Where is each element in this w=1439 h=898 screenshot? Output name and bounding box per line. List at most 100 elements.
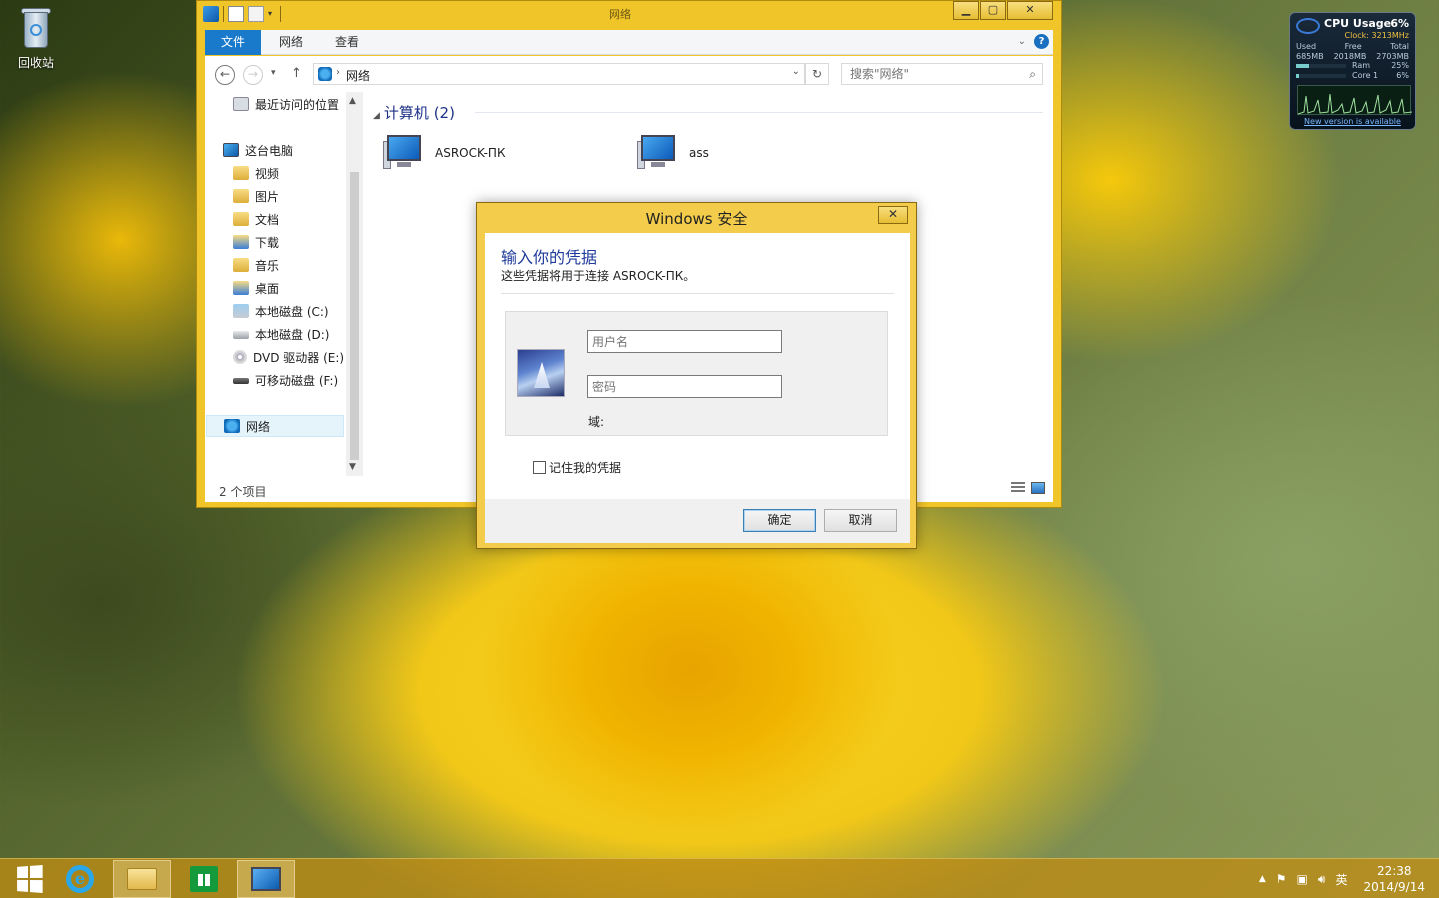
- taskbar-internet-explorer[interactable]: e: [51, 860, 109, 898]
- taskbar-clock[interactable]: 22:38 2014/9/14: [1363, 863, 1425, 895]
- dialog-close-button[interactable]: ✕: [878, 206, 908, 224]
- sidebar-item-music[interactable]: 音乐: [233, 255, 279, 277]
- search-box[interactable]: ⌕: [841, 63, 1043, 85]
- address-path: 网络: [346, 69, 371, 83]
- quick-access-toolbar: ▾: [203, 6, 281, 22]
- sidebar-item-this-pc[interactable]: 这台电脑: [223, 140, 293, 162]
- computer-icon: [383, 133, 427, 173]
- sidebar-item-pictures[interactable]: 图片: [233, 186, 279, 208]
- username-input[interactable]: [588, 331, 781, 352]
- computer-item[interactable]: ASROCK-ПК: [383, 130, 505, 176]
- cpu-percent: 6%: [1390, 17, 1409, 30]
- cpu-graph: [1297, 85, 1413, 115]
- group-divider: [475, 112, 1043, 113]
- search-icon[interactable]: ⌕: [1029, 67, 1036, 82]
- up-button[interactable]: ↑: [291, 66, 302, 81]
- scroll-thumb[interactable]: [350, 172, 359, 460]
- expand-ribbon-icon[interactable]: ⌄: [1018, 36, 1026, 47]
- maximize-button[interactable]: ▢: [980, 1, 1006, 20]
- dialog-title: Windows 安全: [645, 210, 748, 228]
- scroll-down-icon[interactable]: ▼: [349, 462, 356, 472]
- refresh-button[interactable]: ↻: [805, 63, 829, 85]
- input-method-indicator[interactable]: 英: [1335, 871, 1347, 888]
- sidebar-item-desktop[interactable]: 桌面: [233, 278, 279, 300]
- sidebar-item-documents[interactable]: 文档: [233, 209, 279, 231]
- close-button[interactable]: ✕: [1007, 1, 1053, 20]
- password-field[interactable]: [587, 375, 782, 398]
- ok-button[interactable]: 确定: [743, 509, 816, 532]
- credential-tile: 域:: [505, 311, 888, 436]
- collapse-icon[interactable]: ◢: [373, 111, 380, 121]
- breadcrumb-chevron-icon[interactable]: ›: [336, 67, 340, 78]
- help-icon[interactable]: ?: [1034, 34, 1049, 49]
- sidebar-item-videos[interactable]: 视频: [233, 163, 279, 185]
- tab-file[interactable]: 文件: [205, 30, 261, 55]
- password-input[interactable]: [588, 376, 781, 397]
- taskbar-store[interactable]: [175, 860, 233, 898]
- remember-credentials[interactable]: 记住我的凭据: [533, 459, 621, 476]
- dialog-body: 输入你的凭据 这些凭据将用于连接 ASROCK-ПК。 域: 记住我的凭据: [485, 233, 910, 499]
- minimize-button[interactable]: ▁: [953, 1, 979, 20]
- cancel-button[interactable]: 取消: [824, 509, 897, 532]
- gadget-title: CPU Usage: [1324, 17, 1392, 30]
- navigation-bar: ← → ▾ ↑ › 网络 ⌄ ↻ ⌕: [205, 56, 1053, 92]
- cpu-usage-gadget[interactable]: CPU Usage 6% Clock: 3213MHz Used Free Tota…: [1289, 12, 1416, 130]
- sidebar-item-drive-c[interactable]: 本地磁盘 (C:): [233, 301, 329, 323]
- recent-locations-icon[interactable]: ▾: [271, 68, 276, 78]
- action-center-flag-icon[interactable]: ⚑: [1276, 872, 1287, 886]
- properties-icon[interactable]: [228, 6, 244, 22]
- sidebar-item-dvd[interactable]: DVD 驱动器 (E:): [233, 347, 344, 369]
- search-input[interactable]: [842, 64, 1012, 84]
- new-folder-icon[interactable]: [248, 6, 264, 22]
- folder-icon: [233, 166, 249, 180]
- dialog-divider: [501, 293, 894, 294]
- start-button[interactable]: [0, 860, 58, 898]
- removable-drive-icon: [233, 378, 249, 384]
- dialog-footer: 确定 取消: [485, 499, 910, 543]
- computer-item[interactable]: ass: [637, 130, 709, 176]
- volume-icon[interactable]: 🔊︎: [1318, 872, 1326, 887]
- user-avatar: [517, 349, 565, 397]
- network-computer-icon: [251, 867, 281, 891]
- title-bar: ▾ 网络 ▁ ▢ ✕: [197, 1, 1061, 29]
- memory-headers: Used Free Total: [1296, 42, 1409, 51]
- back-button[interactable]: ←: [215, 65, 235, 85]
- customize-toolbar-icon[interactable]: ▾: [268, 6, 276, 22]
- address-dropdown-icon[interactable]: ⌄: [792, 66, 800, 77]
- address-bar[interactable]: › 网络 ⌄: [313, 63, 805, 85]
- core-bar: [1296, 74, 1346, 78]
- taskbar-network-window[interactable]: [237, 860, 295, 898]
- group-header[interactable]: ◢ 计算机 (2): [373, 102, 455, 123]
- sidebar-item-removable[interactable]: 可移动磁盘 (F:): [233, 370, 338, 392]
- tab-view[interactable]: 查看: [319, 30, 375, 55]
- sidebar-item-downloads[interactable]: 下载: [233, 232, 279, 254]
- network-icon: [224, 419, 240, 433]
- forward-button[interactable]: →: [243, 65, 263, 85]
- system-tray: ▲ ⚑ ▣ 🔊︎ 英 22:38 2014/9/14: [1259, 859, 1425, 898]
- folder-icon: [233, 281, 249, 295]
- tab-network[interactable]: 网络: [263, 30, 319, 55]
- update-link[interactable]: New version is available: [1290, 117, 1415, 126]
- navigation-scrollbar[interactable]: ▲ ▼: [346, 92, 363, 476]
- app-icon[interactable]: [203, 6, 219, 22]
- ram-row: Ram 25%: [1352, 61, 1409, 70]
- navigation-pane: 最近访问的位置 这台电脑 视频 图片 文档 下载 音乐 桌面 本地磁盘 (C:)…: [205, 92, 355, 476]
- remember-checkbox[interactable]: [533, 461, 546, 474]
- remember-label: 记住我的凭据: [549, 461, 622, 475]
- details-view-icon[interactable]: [1011, 482, 1025, 494]
- recycle-bin[interactable]: 回收站: [10, 6, 62, 71]
- intel-logo-icon: [1296, 18, 1320, 34]
- show-hidden-icons-icon[interactable]: ▲: [1259, 874, 1266, 884]
- username-field[interactable]: [587, 330, 782, 353]
- folder-icon: [233, 258, 249, 272]
- network-status-icon[interactable]: ▣: [1297, 872, 1308, 886]
- sidebar-item-drive-d[interactable]: 本地磁盘 (D:): [233, 324, 329, 346]
- large-icons-view-icon[interactable]: [1031, 482, 1045, 494]
- store-icon: [190, 866, 218, 892]
- windows-logo-icon: [17, 865, 43, 893]
- sidebar-item-network[interactable]: 网络: [206, 415, 344, 437]
- taskbar-file-explorer[interactable]: [113, 860, 171, 898]
- scroll-up-icon[interactable]: ▲: [349, 96, 356, 106]
- sidebar-item-recent[interactable]: 最近访问的位置: [233, 94, 339, 116]
- ribbon: 文件 网络 查看 ⌄ ?: [205, 30, 1053, 55]
